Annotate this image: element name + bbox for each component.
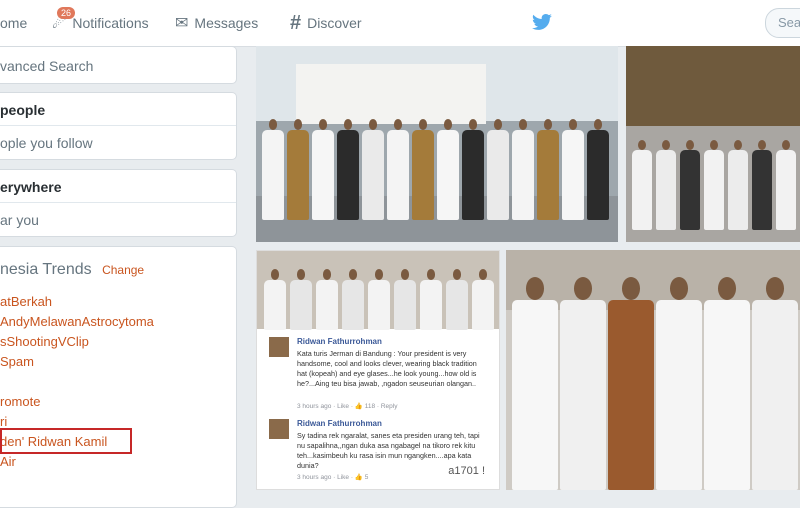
nav-home[interactable]: ome <box>0 0 27 46</box>
comment-author: Ridwan Fathurrohman <box>297 337 382 346</box>
comment-author: Ridwan Fathurrohman <box>297 419 382 428</box>
trend-item[interactable]: AndyMelawanAstrocytoma <box>0 314 154 329</box>
twitter-bird-icon[interactable] <box>531 14 553 32</box>
trends-change-link[interactable]: Change <box>102 263 144 277</box>
person-figure <box>776 150 796 230</box>
person-head <box>573 277 593 300</box>
nav-home-label: ome <box>0 15 28 31</box>
search-input[interactable]: Sea <box>765 8 800 38</box>
near-you-option[interactable]: ar you <box>0 212 39 228</box>
nav-messages-label: Messages <box>194 15 259 31</box>
trends-title: nesia Trends Change <box>0 261 144 279</box>
person-figure <box>437 130 459 220</box>
person-figure <box>462 130 484 220</box>
person-figure <box>264 280 286 330</box>
trend-item[interactable]: ri <box>0 414 7 429</box>
person-figure <box>420 280 442 330</box>
person-figure <box>342 280 364 330</box>
person-head <box>758 140 766 150</box>
person-figure <box>704 300 750 490</box>
advanced-search-card: vanced Search <box>0 46 237 84</box>
top-navigation-bar: ome ☄ Notifications 26 ✉ Messages # Disc… <box>0 0 800 47</box>
person-figure <box>656 300 702 490</box>
trend-item[interactable]: Spam <box>0 354 34 369</box>
trend-item[interactable]: romote <box>0 394 40 409</box>
person-head <box>710 140 718 150</box>
location-filter-card: erywhere ar you <box>0 169 237 237</box>
trend-item[interactable]: sShootingVClip <box>0 334 89 349</box>
highlight-box <box>0 428 132 454</box>
trends-title-label: nesia Trends <box>0 261 92 278</box>
person-head <box>621 277 641 300</box>
watermark: a1701 ! <box>448 465 485 477</box>
advanced-search-link[interactable]: vanced Search <box>0 58 93 74</box>
person-figure <box>316 280 338 330</box>
person-figure <box>312 130 334 220</box>
person-head <box>669 277 689 300</box>
commenter-avatar <box>269 419 289 439</box>
person-figure <box>362 130 384 220</box>
person-head <box>734 140 742 150</box>
notifications-badge: 26 <box>57 7 76 19</box>
person-head <box>782 140 790 150</box>
person-figure <box>394 280 416 330</box>
nav-discover[interactable]: # Discover <box>290 0 362 46</box>
person-figure <box>728 150 748 230</box>
person-head <box>686 140 694 150</box>
commenter-avatar <box>269 337 289 357</box>
comment-text: Kata turis Jerman di Bandung : Your pres… <box>297 349 477 388</box>
person-figure <box>680 150 700 230</box>
person-figure <box>587 130 609 220</box>
person-figure <box>290 280 312 330</box>
person-head <box>662 140 670 150</box>
divider <box>0 202 236 203</box>
person-figure <box>337 130 359 220</box>
person-figure <box>512 130 534 220</box>
comment-meta: 3 hours ago · Like · 👍 118 · Reply <box>297 403 398 410</box>
person-head <box>638 140 646 150</box>
comment-meta: 3 hours ago · Like · 👍 5 <box>297 474 369 481</box>
location-filter-title: erywhere <box>0 179 62 195</box>
bus-shape <box>626 46 800 126</box>
person-figure <box>632 150 652 230</box>
nav-messages[interactable]: ✉ Messages <box>175 0 258 46</box>
person-figure <box>560 300 606 490</box>
building-shape <box>296 64 486 124</box>
person-figure <box>608 300 654 490</box>
person-figure <box>387 130 409 220</box>
person-figure <box>656 150 676 230</box>
person-figure <box>472 280 494 330</box>
person-figure <box>704 150 724 230</box>
person-head <box>765 277 785 300</box>
person-figure <box>537 130 559 220</box>
person-head <box>717 277 737 300</box>
person-figure <box>262 130 284 220</box>
people-filter-card: people ople you follow <box>0 92 237 160</box>
person-figure <box>446 280 468 330</box>
people-filter-title: people <box>0 102 46 118</box>
trend-item[interactable]: Air <box>0 454 16 469</box>
divider <box>0 125 236 126</box>
trends-card: nesia Trends Change <box>0 246 237 508</box>
person-figure <box>412 130 434 220</box>
nav-discover-label: Discover <box>307 15 362 31</box>
nav-notifications-label: Notifications <box>72 15 149 31</box>
person-figure <box>562 130 584 220</box>
people-you-follow-option[interactable]: ople you follow <box>0 135 93 151</box>
person-figure <box>752 300 798 490</box>
envelope-icon: ✉ <box>175 15 189 32</box>
person-figure <box>287 130 309 220</box>
hashtag-icon: # <box>290 11 302 34</box>
person-figure <box>368 280 390 330</box>
person-figure <box>487 130 509 220</box>
person-figure <box>752 150 772 230</box>
person-head <box>525 277 545 300</box>
trend-item[interactable]: atBerkah <box>0 294 52 309</box>
person-figure <box>512 300 558 490</box>
